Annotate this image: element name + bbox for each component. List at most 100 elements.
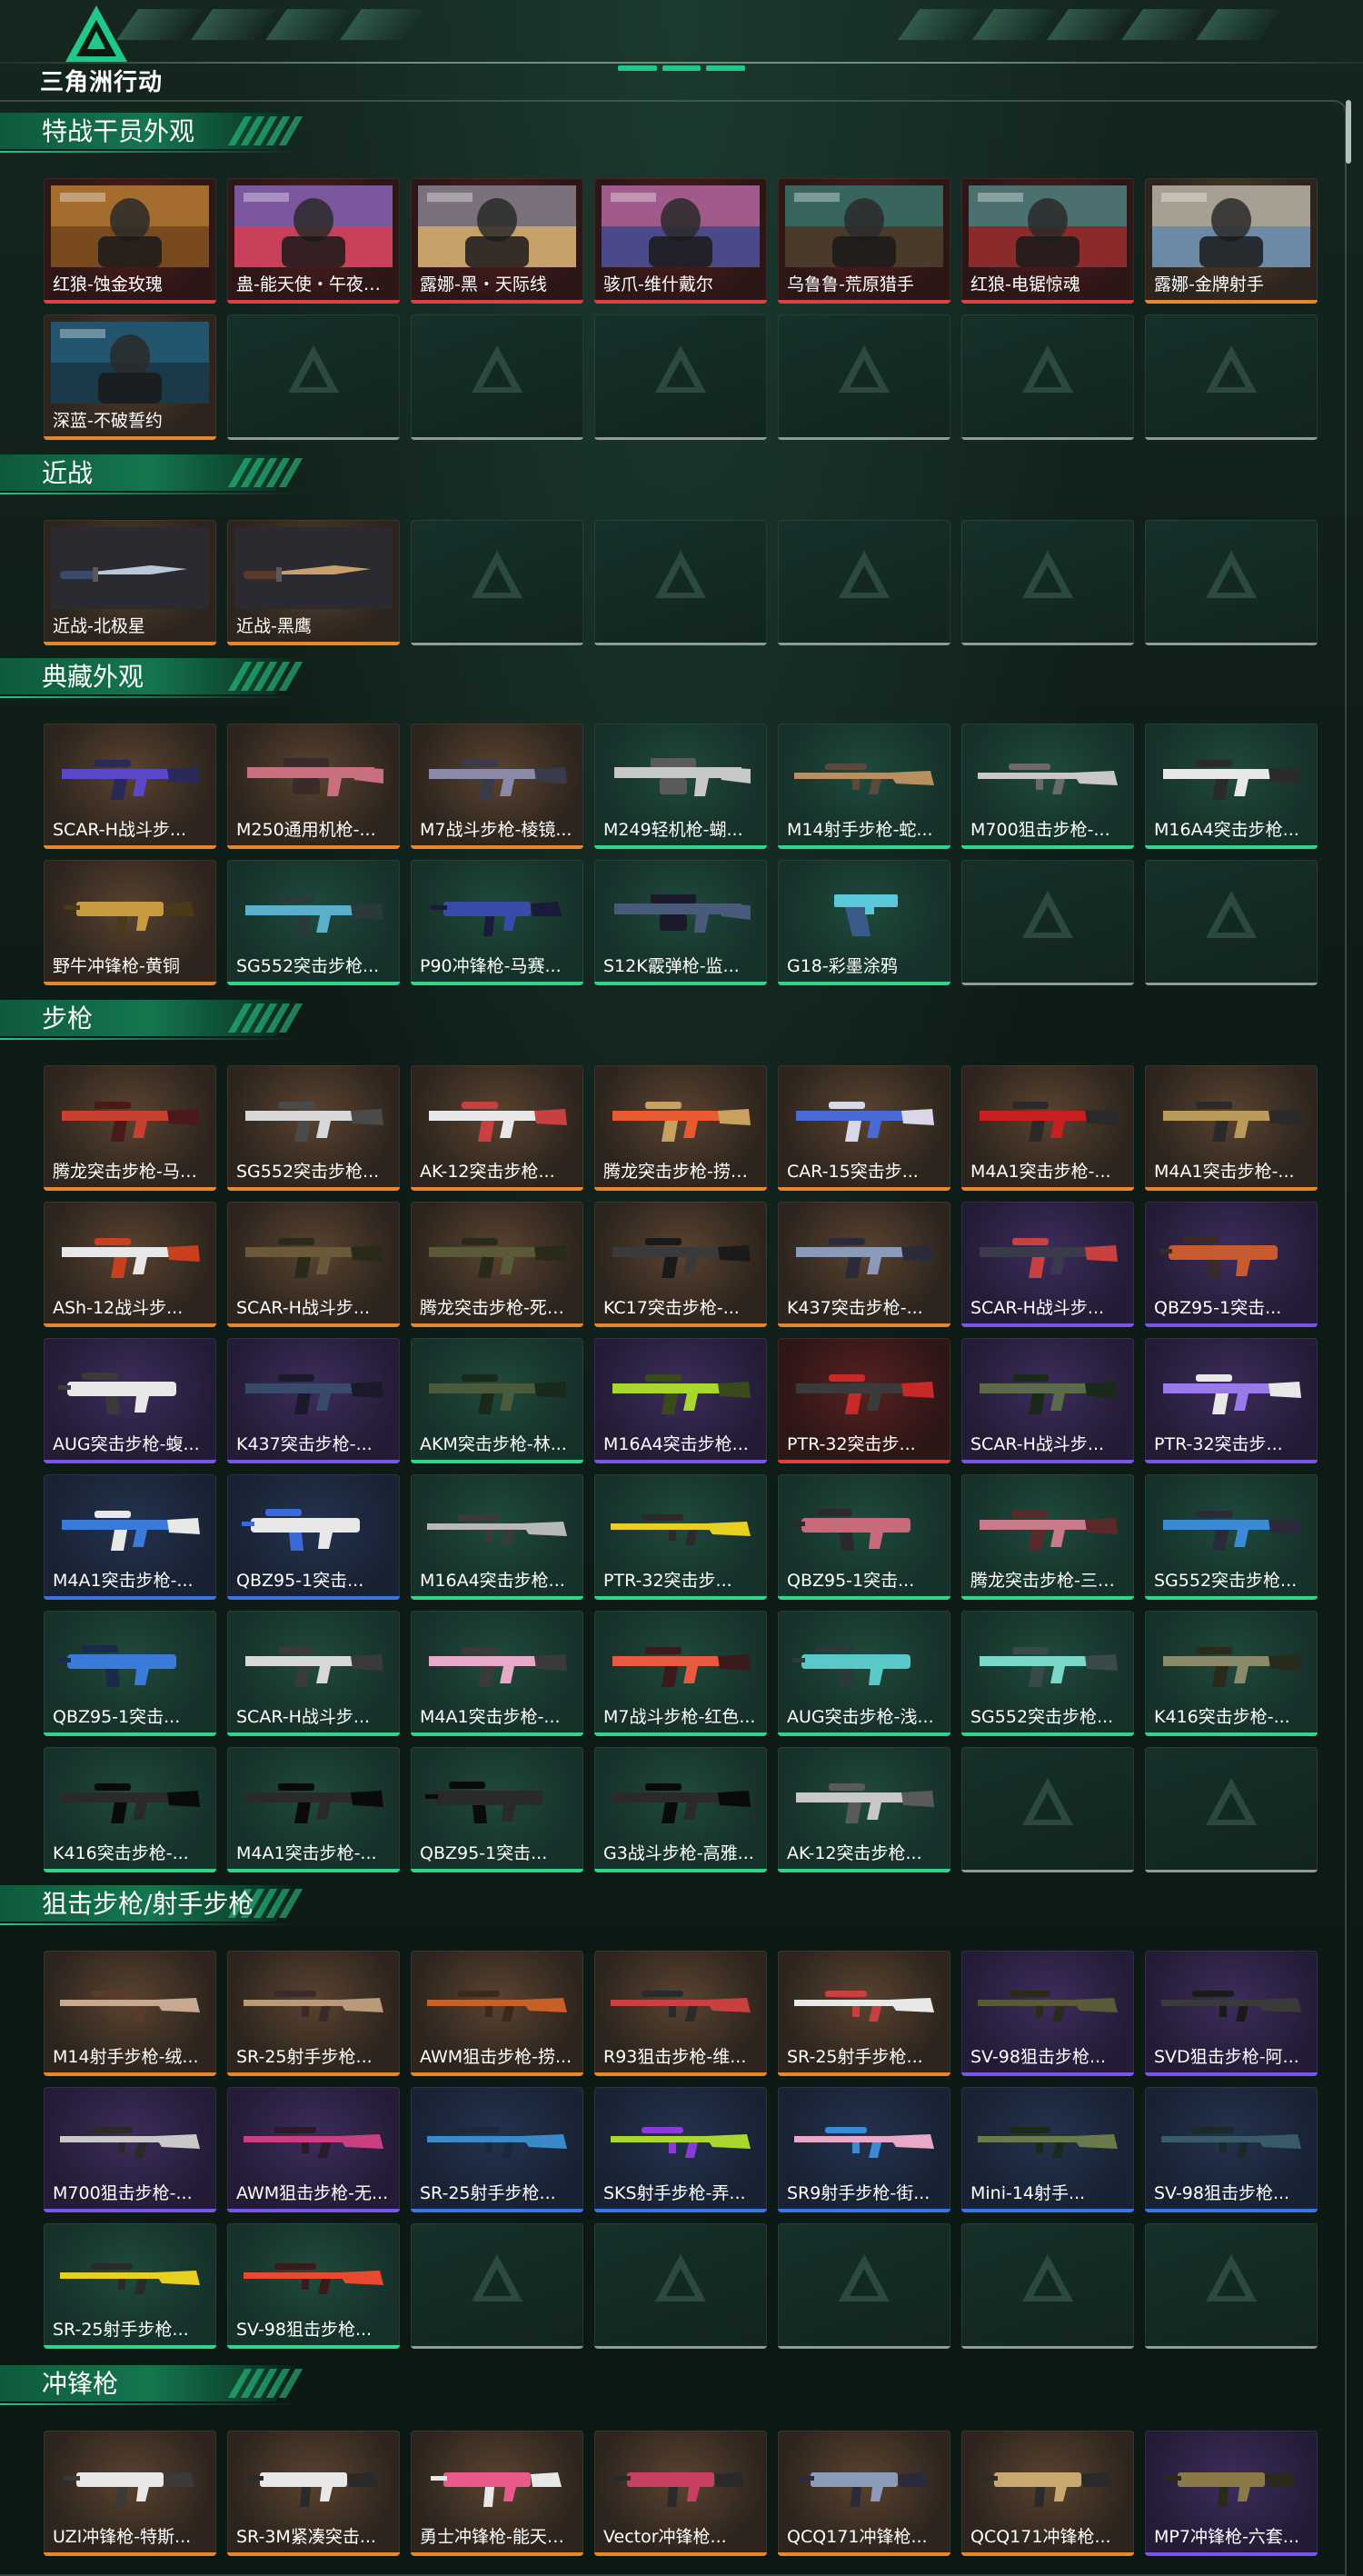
skin-card[interactable]: AUG突击步枪-浅... (778, 1611, 950, 1736)
skin-card[interactable]: QCQ171冲锋枪... (778, 2431, 950, 2556)
skin-card[interactable]: SR-3M紧凑突击... (227, 2431, 400, 2556)
skin-card[interactable]: K416突击步枪-... (1145, 1611, 1318, 1736)
skin-card[interactable]: SG552突击步枪... (1145, 1474, 1318, 1600)
skin-card[interactable]: 勇士冲锋枪-能天使... (411, 2431, 583, 2556)
section-header-stripes (227, 116, 303, 145)
skin-card[interactable]: QBZ95-1突击... (44, 1611, 216, 1736)
skin-card[interactable]: PTR-32突击步... (778, 1338, 950, 1463)
skin-card[interactable]: SR-25射手步枪... (227, 1951, 400, 2076)
section-header-stripes (227, 458, 303, 487)
skin-card[interactable]: 蛊-能天使・午夜邮... (227, 178, 400, 304)
skin-card[interactable]: M700狙击步枪-... (961, 724, 1134, 849)
skin-card[interactable]: PTR-32突击步... (594, 1474, 767, 1600)
skin-card[interactable]: 腾龙突击步枪-马年... (44, 1065, 216, 1191)
skin-card[interactable]: SG552突击步枪... (227, 1065, 400, 1191)
skin-card[interactable]: SR-25射手步枪... (411, 2087, 583, 2212)
skin-card[interactable]: M4A1突击步枪-... (1145, 1065, 1318, 1191)
skin-card[interactable]: SCAR-H战斗步... (961, 1338, 1134, 1463)
skin-card[interactable]: M16A4突击步枪... (594, 1338, 767, 1463)
skin-card[interactable]: 骇爪-维什戴尔 (594, 178, 767, 304)
skin-card[interactable]: UZI冲锋枪-特斯... (44, 2431, 216, 2556)
skin-card[interactable]: AWM狙击步枪-无... (227, 2087, 400, 2212)
scrollbar[interactable] (1346, 100, 1351, 164)
skin-card[interactable]: QBZ95-1突击... (778, 1474, 950, 1600)
skin-card[interactable]: SV-98狙击步枪... (961, 1951, 1134, 2076)
skin-card[interactable]: CAR-15突击步... (778, 1065, 950, 1191)
weapon-image (245, 1238, 383, 1278)
skin-card[interactable]: G3战斗步枪-高雅... (594, 1747, 767, 1872)
skin-card[interactable]: SV-98狙击步枪... (1145, 2087, 1318, 2212)
section-header: 冲锋枪 (0, 2360, 303, 2405)
skin-card[interactable]: ASh-12战斗步... (44, 1202, 216, 1327)
skin-card[interactable]: R93狙击步枪-维... (594, 1951, 767, 2076)
skin-card[interactable]: QBZ95-1突击... (227, 1474, 400, 1600)
skin-card[interactable]: SVD狙击步枪-阿... (1145, 1951, 1318, 2076)
skin-card[interactable]: 腾龙突击步枪-死神... (411, 1202, 583, 1327)
skin-card[interactable]: KC17突击步枪-... (594, 1202, 767, 1327)
skin-card[interactable]: SR9射手步枪-街... (778, 2087, 950, 2212)
skin-card[interactable]: K416突击步枪-... (44, 1747, 216, 1872)
skin-card[interactable]: M700狙击步枪-... (44, 2087, 216, 2212)
skin-card[interactable]: M250通用机枪-... (227, 724, 400, 849)
skin-card[interactable]: 露娜-黑・天际线 (411, 178, 583, 304)
empty-slot (961, 520, 1134, 645)
skin-card[interactable]: SCAR-H战斗步... (44, 724, 216, 849)
skin-card[interactable]: AWM狙击步枪-捞... (411, 1951, 583, 2076)
skin-card[interactable]: SKS射手步枪-弄... (594, 2087, 767, 2212)
skin-card[interactable]: 野牛冲锋枪-黄铜 (44, 860, 216, 985)
skin-card[interactable]: 露娜-金牌射手 (1145, 178, 1318, 304)
skin-card[interactable]: M4A1突击步枪-... (44, 1474, 216, 1600)
skin-card[interactable]: SCAR-H战斗步... (227, 1611, 400, 1736)
skin-card[interactable]: 红狼-蚀金玫瑰 (44, 178, 216, 304)
skin-card[interactable]: M7战斗步枪-棱镜... (411, 724, 583, 849)
rarity-stripe (961, 2072, 1134, 2076)
skin-card[interactable]: S12K霰弹枪-监... (594, 860, 767, 985)
skin-card[interactable]: 红狼-电锯惊魂 (961, 178, 1134, 304)
skin-card[interactable]: SG552突击步枪... (227, 860, 400, 985)
skin-card[interactable]: QBZ95-1突击... (411, 1747, 583, 1872)
skin-card[interactable]: QCQ171冲锋枪... (961, 2431, 1134, 2556)
skin-card[interactable]: M4A1突击步枪-... (961, 1065, 1134, 1191)
skin-card[interactable]: SR-25射手步枪... (778, 1951, 950, 2076)
placeholder-triangle-icon (1206, 1778, 1257, 1825)
skin-card[interactable]: 近战-北极星 (44, 520, 216, 645)
skin-card[interactable]: AKM突击步枪-林... (411, 1338, 583, 1463)
skin-card[interactable]: 腾龙突击步枪-三角... (961, 1474, 1134, 1600)
skin-name: SV-98狙击步枪... (970, 2047, 1107, 2067)
skin-card[interactable]: K437突击步枪-... (227, 1338, 400, 1463)
skin-card[interactable]: QBZ95-1突击... (1145, 1202, 1318, 1327)
skin-card[interactable]: M14射手步枪-绒... (44, 1951, 216, 2076)
empty-slot (227, 315, 400, 440)
skin-card[interactable]: M249轻机枪-蝴... (594, 724, 767, 849)
skin-card[interactable]: Mini-14射手... (961, 2087, 1134, 2212)
rarity-stripe (44, 1869, 216, 1872)
skin-card[interactable]: M14射手步枪-蛇... (778, 724, 950, 849)
rarity-stripe (227, 437, 400, 440)
skin-card[interactable]: 乌鲁鲁-荒原猎手 (778, 178, 950, 304)
skin-card[interactable]: M16A4突击步枪... (411, 1474, 583, 1600)
skin-card[interactable]: Vector冲锋枪... (594, 2431, 767, 2556)
skin-card[interactable]: PTR-32突击步... (1145, 1338, 1318, 1463)
skin-card[interactable]: G18-彩墨涂鸦 (778, 860, 950, 985)
skin-card[interactable]: SV-98狙击步枪... (227, 2223, 400, 2349)
skin-card[interactable]: M16A4突击步枪... (1145, 724, 1318, 849)
skin-card[interactable]: SR-25射手步枪... (44, 2223, 216, 2349)
skin-card[interactable]: AUG突击步枪-蝮... (44, 1338, 216, 1463)
skin-card[interactable]: SCAR-H战斗步... (961, 1202, 1134, 1327)
skin-card[interactable]: SG552突击步枪... (961, 1611, 1134, 1736)
skin-card[interactable]: P90冲锋枪-马赛... (411, 860, 583, 985)
skin-card[interactable]: M4A1突击步枪-... (411, 1611, 583, 1736)
skin-card[interactable]: 腾龙突击步枪-捞点... (594, 1065, 767, 1191)
skin-card[interactable]: SCAR-H战斗步... (227, 1202, 400, 1327)
skin-card[interactable]: K437突击步枪-... (778, 1202, 950, 1327)
skin-card[interactable]: 近战-黑鹰 (227, 520, 400, 645)
skin-card[interactable]: MP7冲锋枪-六套... (1145, 2431, 1318, 2556)
skin-card[interactable]: AK-12突击步枪... (411, 1065, 583, 1191)
weapon-image (1159, 1236, 1278, 1278)
header: 三角洲行动 (0, 0, 1363, 98)
skin-card[interactable]: M4A1突击步枪-... (227, 1747, 400, 1872)
weapon-image (247, 2472, 378, 2507)
skin-card[interactable]: 深蓝-不破誓约 (44, 315, 216, 440)
skin-card[interactable]: M7战斗步枪-红色... (594, 1611, 767, 1736)
skin-card[interactable]: AK-12突击步枪... (778, 1747, 950, 1872)
